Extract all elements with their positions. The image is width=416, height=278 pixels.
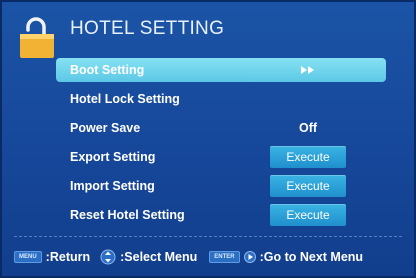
- menu-item-reset-hotel-setting[interactable]: Reset Hotel Setting Execute: [56, 203, 386, 227]
- menu-item-power-save[interactable]: Power Save Off: [56, 116, 386, 140]
- footer-hint-bar: MENU :Return :Select Menu ENTER :Go to N…: [14, 243, 410, 271]
- power-save-value: Off: [298, 121, 318, 135]
- settings-menu: Boot Setting Hotel Lock Setting Power Sa…: [56, 58, 386, 232]
- export-execute-button[interactable]: Execute: [270, 146, 346, 168]
- reset-execute-button[interactable]: Execute: [270, 204, 346, 226]
- menu-key-icon: MENU: [14, 251, 42, 263]
- menu-item-label: Hotel Lock Setting: [70, 92, 180, 106]
- return-hint: :Return: [45, 250, 91, 264]
- padlock-icon: [20, 17, 54, 58]
- menu-item-boot-setting[interactable]: Boot Setting: [56, 58, 386, 82]
- hotel-setting-osd: HOTEL SETTING Boot Setting Hotel Lock Se…: [0, 0, 416, 278]
- double-arrow-right-icon: [301, 66, 314, 74]
- osd-header: HOTEL SETTING: [18, 16, 398, 58]
- select-menu-hint: :Select Menu: [120, 250, 198, 264]
- next-menu-hint: :Go to Next Menu: [259, 250, 364, 264]
- menu-item-label: Boot Setting: [70, 63, 145, 77]
- menu-item-label: Power Save: [70, 121, 141, 135]
- menu-item-import-setting[interactable]: Import Setting Execute: [56, 174, 386, 198]
- menu-item-hotel-lock-setting[interactable]: Hotel Lock Setting: [56, 87, 386, 111]
- import-execute-button[interactable]: Execute: [270, 175, 346, 197]
- menu-item-export-setting[interactable]: Export Setting Execute: [56, 145, 386, 169]
- play-icon: [243, 251, 256, 263]
- menu-item-label: Reset Hotel Setting: [70, 208, 185, 222]
- menu-item-label: Export Setting: [70, 150, 156, 164]
- up-down-nav-icon: [100, 249, 116, 265]
- footer-divider: [14, 236, 402, 237]
- enter-key-icon: ENTER: [209, 251, 240, 263]
- menu-item-label: Import Setting: [70, 179, 155, 193]
- page-title: HOTEL SETTING: [70, 18, 225, 39]
